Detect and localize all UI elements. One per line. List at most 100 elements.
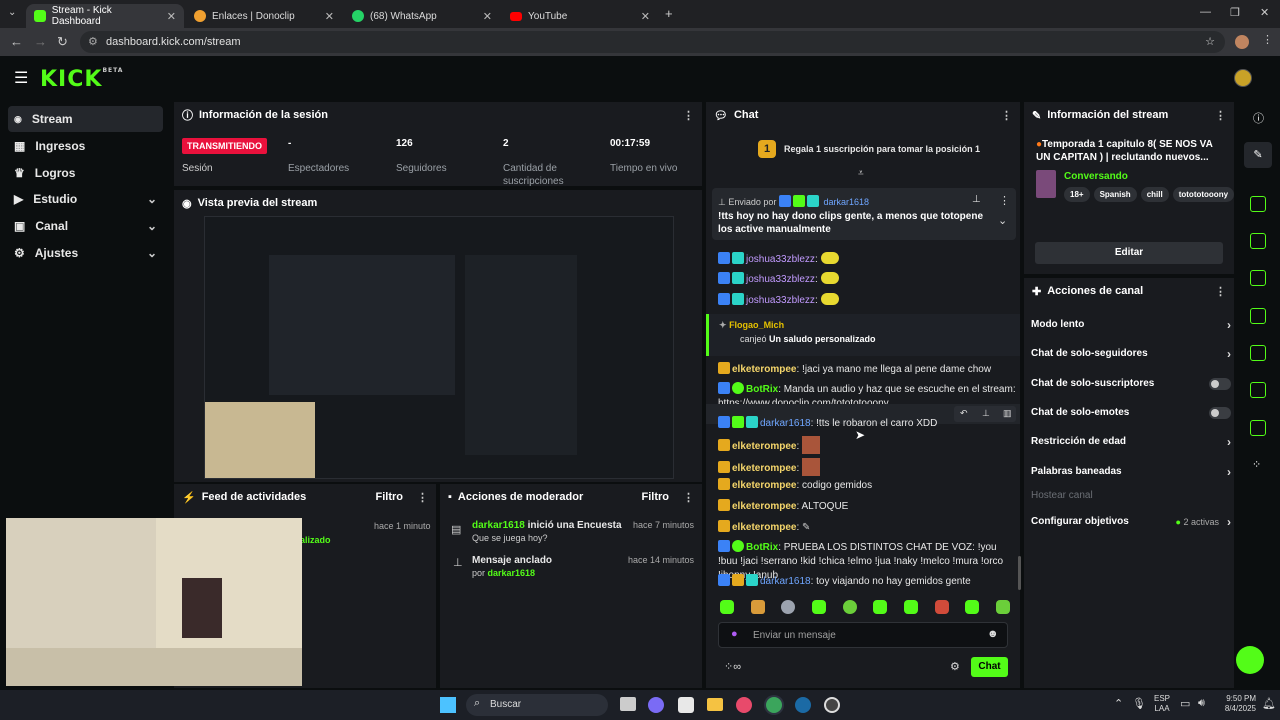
more-options-icon[interactable]: ⋮ <box>417 491 428 504</box>
bookmark-star-icon[interactable]: ☆ <box>1205 31 1215 53</box>
emote-icon[interactable] <box>903 600 918 614</box>
user-avatar[interactable] <box>1234 69 1252 87</box>
subscribers-only-toggle[interactable] <box>1209 378 1231 390</box>
language-indicator[interactable]: ESP LAA <box>1154 694 1170 714</box>
tray-chevron-icon[interactable]: ⌃ <box>1114 697 1123 710</box>
gift-sub-banner[interactable]: 1 Regala 1 suscripción para tomar la pos… <box>758 140 988 158</box>
emote-icon[interactable] <box>965 600 980 614</box>
more-options-icon[interactable]: ⋮ <box>1215 109 1226 122</box>
more-options-icon[interactable]: ⋮ <box>683 491 694 504</box>
sidebar-item-stream[interactable]: ◉ Stream <box>8 106 163 132</box>
more-options-icon[interactable]: ⋮ <box>1215 285 1226 298</box>
forward-icon[interactable]: → <box>34 34 47 49</box>
url-field[interactable]: ⚙ dashboard.kick.com/stream ☆ <box>80 31 1225 53</box>
sidebar-item-estudio[interactable]: ▶ Estudio ⌄ <box>8 186 163 212</box>
rail-document-icon[interactable] <box>1250 270 1266 286</box>
chat-username[interactable]: elketerompee <box>732 501 796 512</box>
profile-avatar[interactable] <box>1235 35 1249 49</box>
emote-icon[interactable] <box>842 600 857 614</box>
stream-preview-video[interactable] <box>204 216 674 479</box>
rail-widget-icon[interactable] <box>1250 196 1266 212</box>
chat-username[interactable]: elketerompee <box>732 441 796 452</box>
emote-icon[interactable] <box>934 600 949 614</box>
close-window-icon[interactable]: ✕ <box>1260 6 1269 19</box>
chat-username[interactable]: joshua33zblezz <box>746 254 815 265</box>
sidebar-item-canal[interactable]: ▣ Canal ⌄ <box>8 213 163 239</box>
sidebar-item-ajustes[interactable]: ⚙ Ajustes ⌄ <box>8 240 163 266</box>
copilot-icon[interactable] <box>648 697 664 713</box>
chat-send-button[interactable]: Chat <box>971 657 1008 677</box>
new-tab-icon[interactable]: + <box>665 6 673 21</box>
sidebar-item-ingresos[interactable]: ▦ Ingresos <box>8 133 163 159</box>
emoji-icon[interactable]: ☻ <box>987 628 999 640</box>
tab-search-icon[interactable]: ⌄ <box>8 7 16 18</box>
task-view-icon[interactable] <box>620 697 636 711</box>
close-tab-icon[interactable]: ✕ <box>167 10 176 23</box>
store-icon[interactable] <box>678 697 694 713</box>
chat-username[interactable]: joshua33zblezz <box>746 295 815 306</box>
mod-username[interactable]: darkar1618 <box>472 520 525 531</box>
emote-icon[interactable] <box>720 600 734 614</box>
chat-username[interactable]: Flogao_Mich <box>729 320 784 330</box>
chat-username[interactable]: darkar1618 <box>760 576 811 587</box>
windows-start-icon[interactable] <box>440 697 456 713</box>
emote-icon[interactable] <box>750 600 765 614</box>
chat-username[interactable]: elketerompee <box>732 480 796 491</box>
emote-icon[interactable] <box>995 600 1010 614</box>
close-tab-icon[interactable]: ✕ <box>325 10 334 23</box>
chat-scrollbar[interactable] <box>1018 556 1021 590</box>
rail-tools-icon[interactable] <box>1250 420 1266 436</box>
unpin-icon[interactable]: ⊥ <box>972 194 981 205</box>
obs-icon[interactable] <box>824 697 840 713</box>
filter-button[interactable]: Filtro <box>376 491 404 503</box>
rail-chat-icon[interactable] <box>1250 308 1266 324</box>
action-followers-only[interactable]: Chat de solo-seguidores › <box>1031 347 1231 362</box>
minimize-icon[interactable]: — <box>1200 6 1211 18</box>
more-options-icon[interactable]: ⋮ <box>1001 109 1012 122</box>
chrome-icon[interactable] <box>766 697 782 713</box>
emotes-only-toggle[interactable] <box>1209 407 1231 419</box>
filter-button[interactable]: Filtro <box>642 491 670 503</box>
action-slow-mode[interactable]: Modo lento › <box>1031 318 1231 333</box>
emote-icon[interactable] <box>811 600 826 614</box>
emote-icon[interactable] <box>873 600 888 614</box>
support-chat-icon[interactable] <box>1236 646 1264 674</box>
chat-username[interactable]: elketerompee <box>732 364 796 375</box>
emote-icon[interactable] <box>781 600 796 614</box>
taskbar-search[interactable]: ⌕ Buscar <box>466 694 608 716</box>
browser-menu-icon[interactable]: ⋮ <box>1262 33 1273 46</box>
delete-icon[interactable]: ▥ <box>1003 408 1012 419</box>
rail-lightning-icon[interactable] <box>1250 233 1266 249</box>
tab-kick-dashboard[interactable]: Stream - Kick Dashboard ✕ <box>26 4 184 28</box>
scroll-down-icon[interactable]: ⩡ <box>858 168 864 179</box>
clock[interactable]: 9:50 PM 8/4/2025 <box>1218 694 1256 714</box>
close-tab-icon[interactable]: ✕ <box>483 10 492 23</box>
pinned-username[interactable]: darkar1618 <box>823 197 869 207</box>
info-icon[interactable]: ⓘ <box>1253 110 1264 126</box>
site-info-icon[interactable]: ⚙ <box>88 31 98 53</box>
tab-youtube[interactable]: YouTube ✕ <box>502 4 658 28</box>
tab-whatsapp[interactable]: (68) WhatsApp ✕ <box>344 4 500 28</box>
hamburger-menu-icon[interactable]: ☰ <box>14 68 28 88</box>
tray-mic-icon[interactable]: 🎙︎ <box>1132 697 1146 710</box>
maximize-icon[interactable]: ❐ <box>1230 6 1240 19</box>
mod-username[interactable]: darkar1618 <box>488 568 536 578</box>
more-options-icon[interactable]: ⋮ <box>683 109 694 122</box>
chat-username[interactable]: BotRix <box>746 384 778 395</box>
chat-username[interactable]: elketerompee <box>732 463 796 474</box>
edit-stream-button[interactable]: Editar <box>1035 242 1223 264</box>
volume-icon[interactable]: 🔊︎ <box>1198 697 1205 710</box>
edit-icon[interactable]: ✎ <box>1244 142 1272 168</box>
chat-username[interactable]: elketerompee <box>732 522 796 533</box>
notification-icon[interactable]: 🔔︎ <box>1262 697 1276 710</box>
chat-username[interactable]: BotRix <box>746 542 778 553</box>
chat-extras-icon[interactable]: ⁘∞ <box>724 660 741 673</box>
sidebar-item-logros[interactable]: ♛ Logros <box>8 160 163 186</box>
close-tab-icon[interactable]: ✕ <box>641 10 650 23</box>
file-explorer-icon[interactable] <box>707 698 723 711</box>
pin-icon[interactable]: ⊥ <box>982 408 990 419</box>
steam-icon[interactable] <box>795 697 811 713</box>
more-options-icon[interactable]: ⋮ <box>999 194 1010 207</box>
chat-username[interactable]: darkar1618 <box>760 418 811 429</box>
chat-input[interactable]: ● Enviar un mensaje ☻ <box>718 622 1008 648</box>
